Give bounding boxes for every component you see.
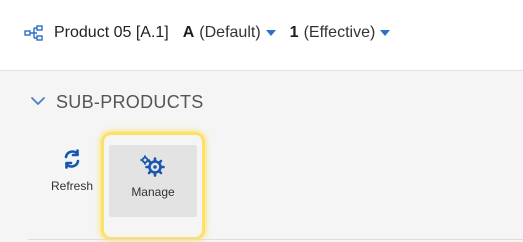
refresh-icon (62, 149, 82, 171)
manage-gears-icon (140, 155, 166, 177)
manage-button-surface[interactable]: Manage (109, 145, 197, 217)
revision-selector[interactable]: A (Default) (169, 24, 276, 42)
product-header: Product 05 [A.1] A (Default) 1 (Effectiv… (0, 0, 523, 71)
revision-dropdown-icon[interactable] (265, 30, 276, 36)
product-title: Product 05 [A.1] (54, 24, 169, 41)
product-structure-icon (24, 25, 44, 41)
manage-label: Manage (131, 185, 175, 199)
iteration-value: 1 (289, 24, 299, 41)
section-divider (28, 239, 523, 240)
iteration-dropdown-icon[interactable] (380, 30, 391, 36)
manage-button[interactable]: Manage (101, 132, 205, 240)
breadcrumb: Product 05 [A.1] A (Default) 1 (Effectiv… (24, 21, 391, 45)
iteration-selector[interactable]: 1 (Effective) (276, 24, 391, 42)
section-toolbar: Refresh Manage (0, 71, 523, 242)
revision-label: (Default) (199, 24, 261, 41)
refresh-button[interactable]: Refresh (44, 149, 100, 209)
refresh-label: Refresh (50, 179, 94, 193)
revision-value: A (182, 24, 195, 41)
iteration-label: (Effective) (303, 24, 376, 41)
sub-products-section: SUB-PRODUCTS Refresh Manage (0, 71, 523, 242)
